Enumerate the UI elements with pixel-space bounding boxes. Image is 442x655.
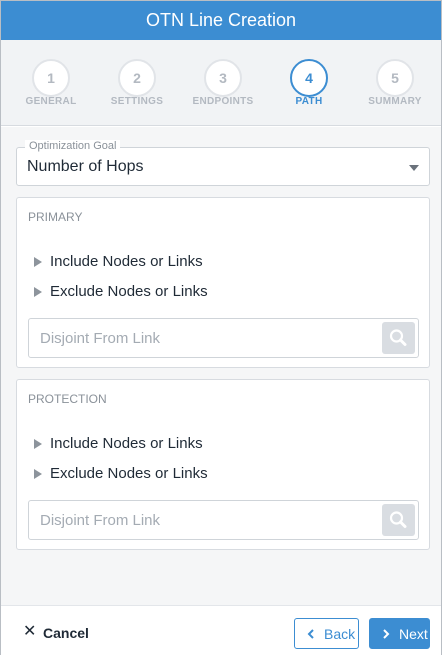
cancel-label: Cancel bbox=[43, 625, 89, 641]
caret-right-icon bbox=[34, 469, 42, 479]
step-number: 3 bbox=[204, 59, 242, 97]
primary-disjoint-placeholder: Disjoint From Link bbox=[40, 330, 161, 347]
path-form: Optimization Goal Number of Hops PRIMARY… bbox=[1, 127, 441, 605]
primary-exclude-label: Exclude Nodes or Links bbox=[50, 283, 208, 300]
chevron-down-icon bbox=[409, 165, 419, 171]
step-number: 2 bbox=[118, 59, 156, 97]
chevron-right-icon bbox=[383, 629, 390, 639]
search-icon bbox=[389, 329, 407, 346]
close-icon: ✕ bbox=[23, 623, 37, 640]
protection-search-button[interactable] bbox=[382, 504, 415, 536]
search-icon bbox=[389, 511, 407, 528]
chevron-left-icon bbox=[307, 629, 314, 639]
dialog-footer: ✕ Cancel Back Next bbox=[1, 605, 441, 655]
step-label: ENDPOINTS bbox=[192, 96, 254, 107]
primary-title: PRIMARY bbox=[28, 210, 83, 224]
primary-disjoint-input[interactable]: Disjoint From Link bbox=[28, 318, 419, 358]
protection-disjoint-input[interactable]: Disjoint From Link bbox=[28, 500, 419, 540]
step-label: PATH bbox=[295, 96, 323, 107]
otn-line-creation-dialog: OTN Line Creation 1 GENERAL 2 SETTINGS 3… bbox=[0, 0, 442, 655]
step-label: SETTINGS bbox=[110, 96, 164, 107]
step-number: 1 bbox=[32, 59, 70, 97]
protection-exclude-label: Exclude Nodes or Links bbox=[50, 465, 208, 482]
caret-right-icon bbox=[34, 439, 42, 449]
wizard-stepper: 1 GENERAL 2 SETTINGS 3 ENDPOINTS 4 PATH … bbox=[1, 40, 441, 126]
primary-panel: PRIMARY Include Nodes or Links Exclude N… bbox=[16, 197, 430, 368]
step-label: GENERAL bbox=[25, 96, 77, 107]
dialog-title: OTN Line Creation bbox=[1, 1, 441, 40]
optimization-goal-select[interactable]: Optimization Goal Number of Hops bbox=[16, 140, 430, 186]
protection-include-label: Include Nodes or Links bbox=[50, 435, 203, 452]
next-label: Next bbox=[399, 626, 428, 642]
primary-include-label: Include Nodes or Links bbox=[50, 253, 203, 270]
back-button[interactable]: Back bbox=[294, 618, 359, 649]
step-number: 5 bbox=[376, 59, 414, 97]
next-button[interactable]: Next bbox=[369, 618, 430, 649]
step-number: 4 bbox=[290, 59, 328, 97]
back-label: Back bbox=[324, 626, 356, 642]
caret-right-icon bbox=[34, 257, 42, 267]
optimization-goal-label: Optimization Goal bbox=[25, 140, 121, 152]
protection-disjoint-placeholder: Disjoint From Link bbox=[40, 512, 161, 529]
protection-title: PROTECTION bbox=[28, 392, 107, 406]
step-label: SUMMARY bbox=[368, 96, 422, 107]
primary-search-button[interactable] bbox=[382, 322, 415, 354]
protection-panel: PROTECTION Include Nodes or Links Exclud… bbox=[16, 379, 430, 550]
optimization-goal-value: Number of Hops bbox=[27, 158, 144, 175]
caret-right-icon bbox=[34, 287, 42, 297]
